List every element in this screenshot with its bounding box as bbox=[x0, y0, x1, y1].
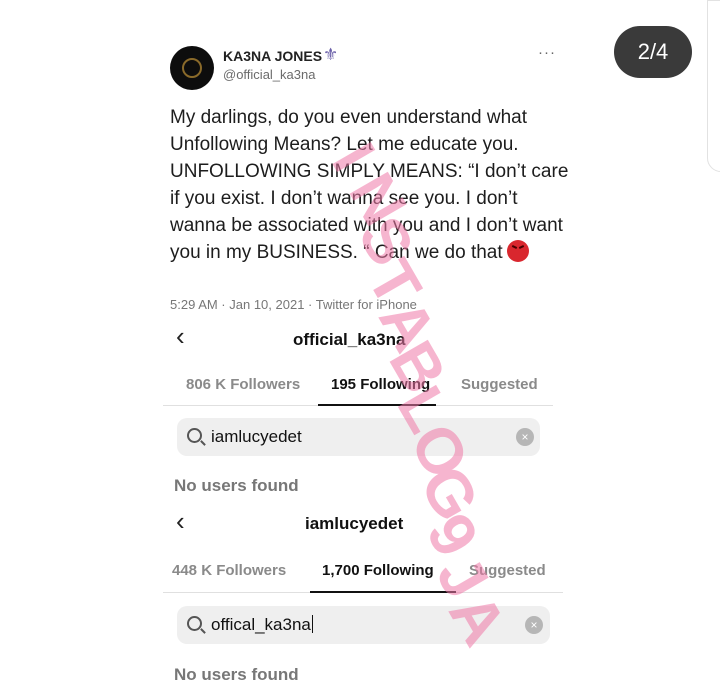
profile-username: official_ka3na bbox=[293, 330, 406, 349]
fleur-de-lis-icon: ⚜ bbox=[323, 45, 339, 64]
tweet-meta: 5:29 AM · Jan 10, 2021 · Twitter for iPh… bbox=[170, 297, 417, 312]
tab-suggested[interactable]: Suggested bbox=[461, 376, 538, 393]
tab-following[interactable]: 1,700 Following bbox=[322, 562, 434, 579]
back-chevron-icon[interactable]: ‹ bbox=[176, 508, 185, 534]
active-tab-indicator bbox=[318, 404, 436, 406]
search-query-text: offical_ka3na bbox=[211, 615, 311, 634]
tweet-text: My darlings, do you even understand what… bbox=[170, 104, 570, 266]
page-counter: 2/4 bbox=[614, 26, 692, 78]
next-image-card[interactable] bbox=[707, 0, 720, 172]
search-input[interactable]: offical_ka3na × bbox=[177, 606, 550, 644]
tab-followers[interactable]: 806 K Followers bbox=[186, 376, 300, 393]
no-users-message: No users found bbox=[174, 665, 299, 684]
more-options-icon[interactable]: ··· bbox=[538, 44, 556, 61]
active-tab-indicator bbox=[310, 591, 456, 593]
avatar[interactable] bbox=[170, 46, 214, 90]
tweet-body: My darlings, do you even understand what… bbox=[170, 107, 569, 263]
angry-face-icon bbox=[506, 240, 529, 262]
display-name[interactable]: KA3NA JONES bbox=[223, 48, 322, 64]
tab-following[interactable]: 195 Following bbox=[331, 376, 430, 393]
search-input[interactable]: iamlucyedet × bbox=[177, 418, 540, 456]
watermark-letter: 9 bbox=[412, 501, 493, 569]
crest-emblem-icon bbox=[182, 58, 202, 78]
clear-search-icon[interactable]: × bbox=[525, 616, 543, 634]
search-query: iamlucyedet bbox=[211, 427, 302, 446]
back-chevron-icon[interactable]: ‹ bbox=[176, 323, 185, 349]
clear-search-icon[interactable]: × bbox=[516, 428, 534, 446]
user-handle[interactable]: @official_ka3na bbox=[223, 67, 315, 82]
search-icon bbox=[187, 616, 202, 631]
tab-followers[interactable]: 448 K Followers bbox=[172, 562, 286, 579]
text-caret bbox=[311, 615, 313, 633]
no-users-message: No users found bbox=[174, 476, 299, 495]
tab-suggested[interactable]: Suggested bbox=[469, 562, 546, 579]
profile-username: iamlucyedet bbox=[305, 514, 404, 533]
search-query: offical_ka3na bbox=[211, 615, 313, 635]
search-icon bbox=[187, 428, 202, 443]
watermark-letter: G bbox=[406, 453, 494, 533]
